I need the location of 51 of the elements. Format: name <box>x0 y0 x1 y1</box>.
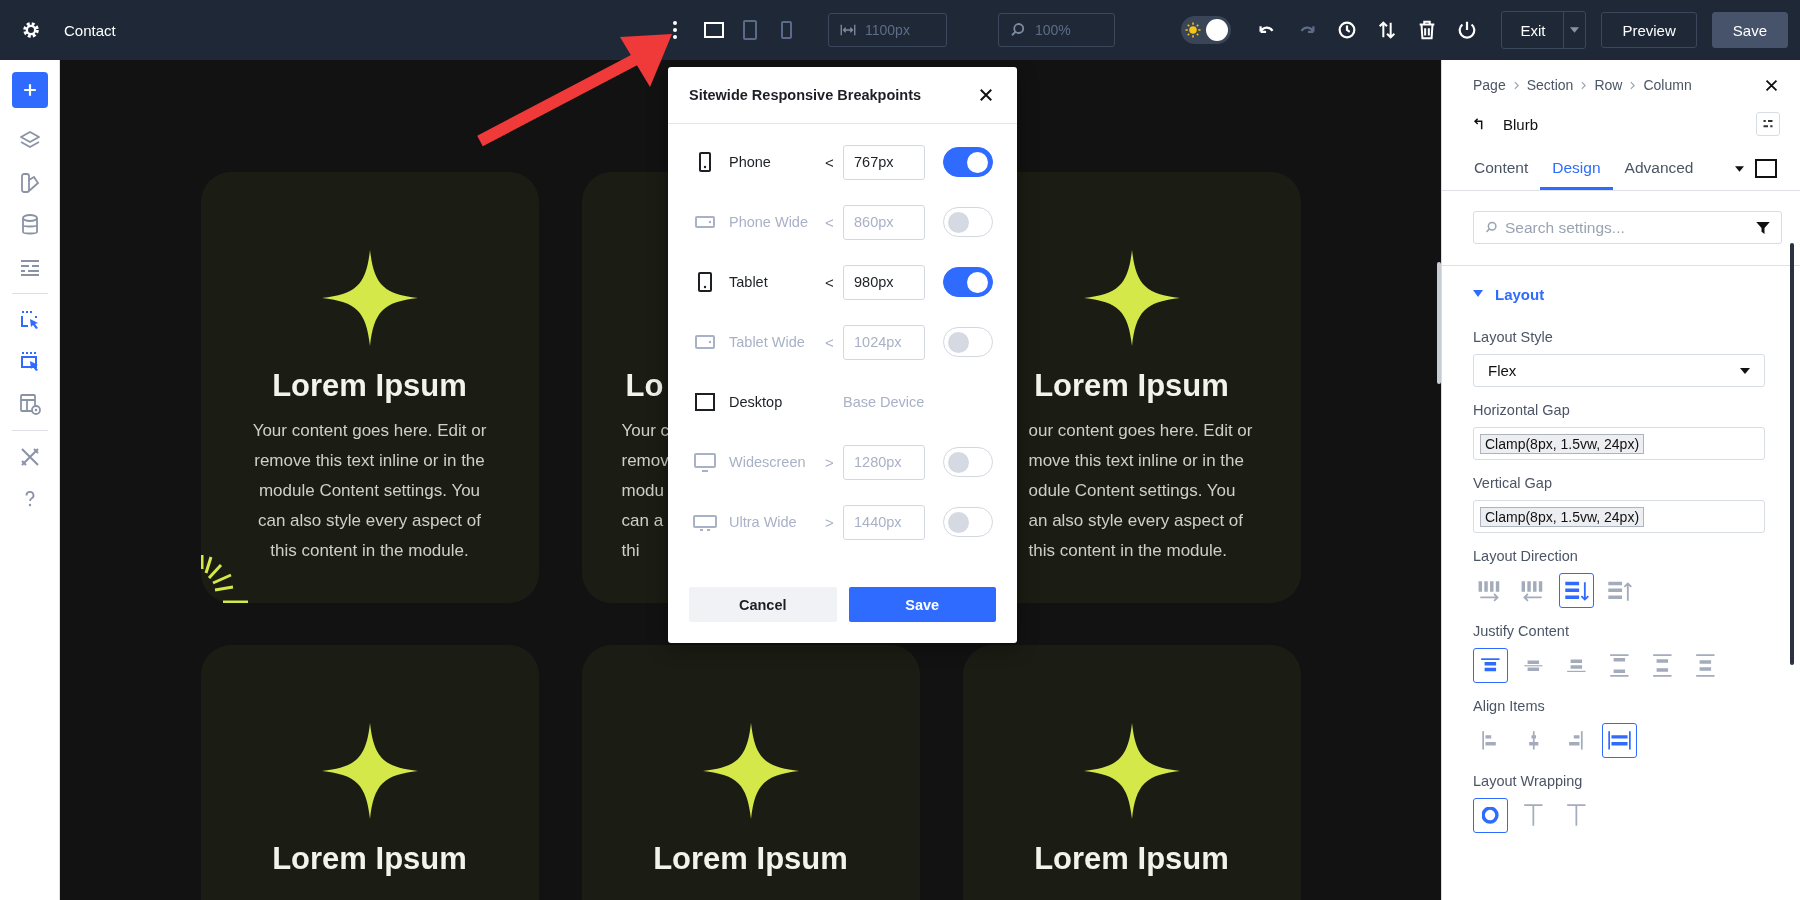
card-text: Your content goes here. Edit or remove this text inline or in the module Content settings. You can also style every aspect of this content in the module. <box>252 420 487 562</box>
page-title: Contact <box>64 21 116 39</box>
tab[interactable]: Design <box>1540 148 1613 190</box>
breadcrumb-link[interactable]: Page <box>1473 77 1506 93</box>
card-text: our content goes here. Edit or move this text inline or in the odule Content settings. You an also style every aspect of this content in the module. <box>1028 420 1253 562</box>
card-title: Lorem Ipsum <box>272 368 467 404</box>
dialog-title: Sitewide Responsive Breakpoints <box>689 87 922 103</box>
card-text: Your c remov modu can a thi <box>621 420 670 562</box>
card-title: Lo <box>625 368 664 404</box>
horizontal-gap-field[interactable]: Clamp(8px, 1.5vw, 24px) <box>1473 427 1765 460</box>
field-label: Layout Direction <box>1473 548 1579 564</box>
field-label: Align Items <box>1473 698 1546 714</box>
field-label: Vertical Gap <box>1473 475 1553 491</box>
comparison-sign: < <box>825 273 835 291</box>
search-field[interactable]: Search settings... <box>1473 211 1782 244</box>
preview-button[interactable]: Preview <box>1601 12 1697 48</box>
field-label: Layout Wrapping <box>1473 773 1584 789</box>
device-label: Phone <box>729 154 772 170</box>
comparison-sign: < <box>825 153 835 171</box>
breadcrumb-link[interactable]: Column <box>1643 77 1692 93</box>
breadcrumb-link[interactable]: Row <box>1594 77 1623 93</box>
tab[interactable]: Advanced <box>1612 148 1706 190</box>
save-button[interactable]: Save <box>848 587 996 622</box>
card-title: Lorem Ipsum <box>272 841 467 877</box>
comparison-sign: > <box>825 513 835 531</box>
module-title: Blurb <box>1503 115 1539 133</box>
field-label: Layout Style <box>1473 329 1554 345</box>
tab[interactable]: Content <box>1462 148 1541 190</box>
device-label: Widescreen <box>729 454 807 470</box>
device-label: Desktop <box>729 394 784 410</box>
card-title: Lorem Ipsum <box>1034 841 1229 877</box>
field-label: Horizontal Gap <box>1473 402 1571 418</box>
device-label: Phone Wide <box>729 214 809 230</box>
breadcrumb-link[interactable]: Section <box>1526 77 1574 93</box>
breakpoint-field[interactable]: 980px <box>843 264 925 300</box>
vertical-gap-field[interactable]: Clamp(8px, 1.5vw, 24px) <box>1473 500 1765 533</box>
comparison-sign: > <box>825 453 835 471</box>
device-label: Tablet Wide <box>729 334 806 350</box>
section-title[interactable]: Layout <box>1495 285 1545 303</box>
breakpoint-field[interactable]: 767px <box>843 144 925 180</box>
card-title: Lorem Ipsum <box>653 841 848 877</box>
comparison-sign: < <box>825 333 835 351</box>
card-title: Lorem Ipsum <box>1034 368 1229 404</box>
cancel-button[interactable]: Cancel <box>689 587 837 622</box>
save-button[interactable]: Save <box>1711 12 1788 48</box>
device-label: Tablet <box>729 274 769 290</box>
base-device-note: Base Device <box>843 394 925 410</box>
field-label: Justify Content <box>1473 623 1570 639</box>
layout-style-select[interactable]: Flex <box>1473 354 1765 387</box>
device-label: Ultra Wide <box>729 514 798 530</box>
comparison-sign: < <box>825 213 835 231</box>
